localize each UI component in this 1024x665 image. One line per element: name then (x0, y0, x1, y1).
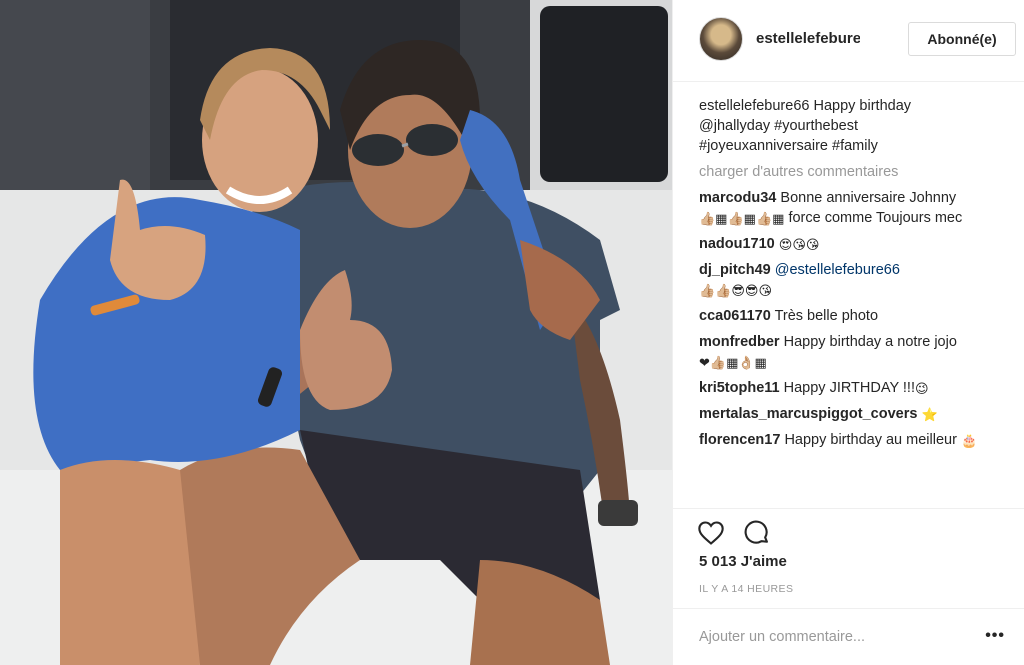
comment-text: Très belle photo (774, 308, 879, 324)
post-photo (0, 0, 672, 665)
post-sidebar: estellelefebure66 Abonné(e) estellelefeb… (672, 0, 1024, 665)
comment-item: marcodu34 Bonne anniversaire Johnny 👍🏼▦👍… (699, 188, 999, 228)
follow-button[interactable]: Abonné(e) (908, 22, 1016, 56)
comment-username[interactable]: kri5tophe11 (699, 380, 780, 396)
comment-item: florencen17 Happy birthday au meilleur 🎂 (699, 430, 999, 450)
comment-mention[interactable]: @estellelefebure66 (775, 262, 900, 278)
comment-text: Happy birthday au meilleur (784, 432, 957, 448)
caption-text: Happy birthday (813, 98, 912, 114)
add-comment-bar: ••• (673, 608, 1024, 665)
caption: estellelefebure66 Happy birthday @jhally… (699, 96, 999, 156)
comment-item: kri5tophe11 Happy JIRTHDAY !!!😉 (699, 378, 999, 398)
comment-username[interactable]: monfredber (699, 334, 780, 350)
emoji-sequence: 😉 (914, 381, 929, 396)
comment-item: monfredber Happy birthday a notre jojo ❤… (699, 332, 999, 372)
comments-list: estellelefebure66 Happy birthday @jhally… (699, 96, 999, 456)
avatar[interactable] (699, 17, 743, 61)
post-header: estellelefebure66 Abonné(e) (673, 0, 1024, 82)
post-actions: 5 013 J'aime IL Y A 14 HEURES (673, 508, 1024, 608)
comment-username[interactable]: dj_pitch49 (699, 262, 771, 278)
comment-username[interactable]: cca061170 (699, 308, 771, 324)
caption-tag[interactable]: #yourthebest (774, 118, 858, 134)
add-comment-input[interactable] (699, 623, 969, 651)
more-options-icon[interactable]: ••• (985, 627, 1005, 645)
caption-username[interactable]: estellelefebure66 (699, 98, 809, 114)
header-username[interactable]: estellelefebure66 (756, 30, 860, 47)
emoji-sequence: ❤👍🏼▦👌🏼▦ (699, 355, 767, 370)
caption-tag[interactable]: #family (832, 138, 878, 154)
post-timestamp: IL Y A 14 HEURES (699, 583, 794, 595)
comment-username[interactable]: marcodu34 (699, 190, 776, 206)
comment-text: Bonne anniversaire Johnny (780, 190, 957, 206)
emoji-sequence: ⭐ (921, 407, 938, 422)
comment-item: dj_pitch49 @estellelefebure66 👍🏼👍🏼😎😎😘 (699, 260, 999, 300)
heart-icon[interactable] (697, 519, 725, 547)
caption-tag[interactable]: @jhallyday (699, 118, 770, 134)
likes-count[interactable]: 5 013 J'aime (699, 553, 787, 570)
comment-text: force comme Toujours mec (788, 210, 963, 226)
emoji-sequence: 👍🏼👍🏼😎😎😘 (699, 283, 773, 298)
comment-item: nadou1710 😍😘😘 (699, 234, 999, 254)
comment-text: Happy birthday a notre jojo (783, 334, 957, 350)
photo-illustration (0, 0, 672, 665)
comment-username[interactable]: nadou1710 (699, 236, 775, 252)
comment-username[interactable]: florencen17 (699, 432, 780, 448)
emoji-sequence: 😍😘😘 (778, 237, 820, 252)
comment-text: Happy JIRTHDAY !!! (783, 380, 915, 396)
emoji-sequence: 🎂 (960, 433, 978, 448)
comment-icon[interactable] (743, 519, 771, 547)
comment-item: mertalas_marcuspiggot_covers ⭐ (699, 404, 999, 424)
load-more-comments-link[interactable]: charger d'autres commentaires (699, 162, 999, 182)
emoji-sequence: 👍🏼▦👍🏼▦👍🏼▦ (699, 211, 785, 226)
caption-tag[interactable]: #joyeuxanniversaire (699, 138, 828, 154)
comment-item: cca061170 Très belle photo (699, 306, 999, 326)
comment-username[interactable]: mertalas_marcuspiggot_covers (699, 406, 917, 422)
